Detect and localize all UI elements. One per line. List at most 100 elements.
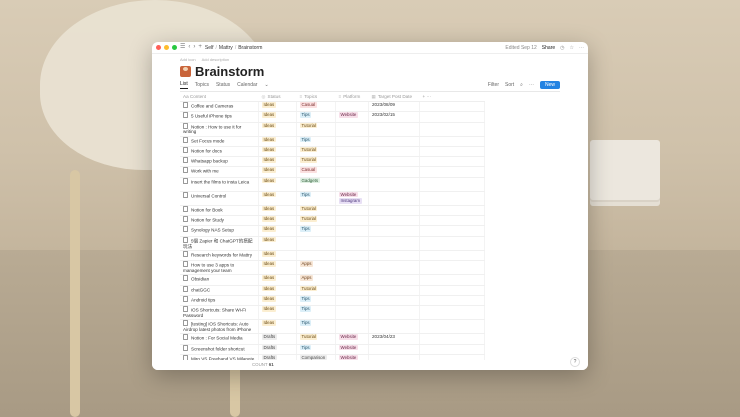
cell-target-date[interactable]: 2023/04/23 <box>368 333 420 345</box>
cell-platform[interactable] <box>335 225 369 237</box>
cell-target-date[interactable]: 2023/08/09 <box>368 101 420 113</box>
tab-status[interactable]: Status <box>216 82 230 88</box>
cell-status[interactable]: Ideas <box>258 295 297 307</box>
table-row[interactable]: Notion for Book Ideas Tutorial <box>180 205 485 217</box>
cell-topics[interactable]: Tips <box>296 305 336 321</box>
tab-calendar[interactable]: Calendar <box>237 82 257 88</box>
breadcrumb-item[interactable]: Brainstorm <box>238 45 262 51</box>
cell-status[interactable]: Ideas <box>258 274 297 286</box>
favorite-icon[interactable]: ☆ <box>570 45 574 51</box>
cell-content[interactable]: Screenshot folder shortcut <box>180 344 259 355</box>
cell-content[interactable]: Android tips <box>180 295 259 307</box>
sort-button[interactable]: Sort <box>505 82 514 88</box>
cell-topics[interactable] <box>296 236 336 252</box>
cell-target-date[interactable] <box>368 225 420 237</box>
cell-status[interactable]: Ideas <box>258 136 297 147</box>
cell-target-date[interactable] <box>368 136 420 147</box>
cell-status[interactable]: Drafts <box>258 333 297 345</box>
cell-platform[interactable] <box>335 250 369 262</box>
cell-platform[interactable] <box>335 285 369 297</box>
cell-topics[interactable]: Tutorial <box>296 215 336 227</box>
cell-status[interactable]: Drafts <box>258 344 297 355</box>
cell-status[interactable]: Ideas <box>258 111 297 123</box>
cell-content[interactable]: Whatsapp backup <box>180 156 259 168</box>
table-row[interactable]: Notion : How to use it for writing Ideas T… <box>180 122 485 137</box>
table-row[interactable]: How to use 3 apps to management your tea… <box>180 260 485 276</box>
maximize-window-button[interactable] <box>172 45 177 50</box>
cell-status[interactable]: Ideas <box>258 191 297 206</box>
column-header-content[interactable]: Aa Content <box>180 92 259 102</box>
cell-content[interactable]: How to use 3 apps to management your tea… <box>180 260 259 276</box>
table-row[interactable]: Synology NAS Setup Ideas Tips <box>180 225 485 237</box>
cell-status[interactable]: Ideas <box>258 285 297 297</box>
cell-content[interactable]: Notion : For Social Media <box>180 333 259 345</box>
cell-platform[interactable] <box>335 236 369 252</box>
cell-topics[interactable]: Tutorial <box>296 285 336 297</box>
cell-content[interactable]: Work with me <box>180 166 259 178</box>
cell-content[interactable]: Notion for Book <box>180 205 259 217</box>
cell-status[interactable]: Ideas <box>258 225 297 237</box>
table-row[interactable]: 5個 Zapier 和 ChatGPT的搭配玩法 Ideas <box>180 236 485 252</box>
cell-topics[interactable]: Tips <box>296 191 336 206</box>
cell-content[interactable]: 5個 Zapier 和 ChatGPT的搭配玩法 <box>180 236 259 252</box>
add-column-button[interactable]: + ⋯ <box>419 92 485 102</box>
cell-topics[interactable]: Tips <box>296 295 336 307</box>
cell-content[interactable]: Obsidian <box>180 274 259 286</box>
cell-target-date[interactable] <box>368 122 420 137</box>
more-views-dropdown[interactable]: ⌄ <box>264 82 268 88</box>
cell-platform[interactable] <box>335 260 369 276</box>
table-row[interactable]: Android tips Ideas Tips <box>180 295 485 307</box>
cell-platform[interactable] <box>335 122 369 137</box>
cell-target-date[interactable] <box>368 156 420 168</box>
table-row[interactable]: Notion for docs Ideas Tutorial <box>180 146 485 158</box>
cell-status[interactable]: Ideas <box>258 177 297 192</box>
cell-platform[interactable] <box>335 101 369 113</box>
table-row[interactable]: Universal Control Ideas Tips Website Instagr… <box>180 191 485 206</box>
table-row[interactable]: Notion for Study Ideas Tutorial <box>180 215 485 227</box>
cell-content[interactable]: [testing] iOS Shortcuts: Auto Airdrop la… <box>180 319 259 335</box>
cell-status[interactable]: Ideas <box>258 236 297 252</box>
cell-status[interactable]: Ideas <box>258 319 297 335</box>
cell-target-date[interactable] <box>368 344 420 355</box>
cell-target-date[interactable] <box>368 191 420 206</box>
cell-content[interactable]: Set Focus mode <box>180 136 259 147</box>
cell-status[interactable]: Ideas <box>258 215 297 227</box>
cell-platform[interactable] <box>335 215 369 227</box>
cell-content[interactable]: Notion for Study <box>180 215 259 227</box>
sidebar-toggle-icon[interactable]: ☰ <box>180 42 185 53</box>
cell-platform[interactable] <box>335 136 369 147</box>
cell-target-date[interactable] <box>368 260 420 276</box>
cell-topics[interactable]: Casual <box>296 101 336 113</box>
cell-status[interactable]: Ideas <box>258 166 297 178</box>
add-icon-button[interactable]: Add icon <box>180 57 196 63</box>
cell-target-date[interactable] <box>368 250 420 262</box>
cell-topics[interactable]: Tips <box>296 319 336 335</box>
cell-platform[interactable]: Website <box>335 333 369 345</box>
table-row[interactable]: Insert the films to insta Leica Ideas Gadg… <box>180 177 485 192</box>
more-options-icon[interactable]: ⋯ <box>529 82 534 88</box>
column-header-platform[interactable]: ≡ Platform <box>335 92 369 102</box>
cell-content[interactable]: Research keywords for Mattry <box>180 250 259 262</box>
cell-content[interactable]: Synology NAS Setup <box>180 225 259 237</box>
table-row[interactable]: iOS Shortcuts: Share Wi-Fi Password Ideas… <box>180 305 485 321</box>
cell-platform[interactable] <box>335 305 369 321</box>
cell-status[interactable]: Ideas <box>258 260 297 276</box>
cell-status[interactable]: Ideas <box>258 146 297 158</box>
page-emoji-icon[interactable] <box>180 65 191 77</box>
more-icon[interactable]: ⋯ <box>579 45 584 51</box>
cell-target-date[interactable] <box>368 319 420 335</box>
cell-topics[interactable]: Tips <box>296 136 336 147</box>
close-window-button[interactable] <box>156 45 161 50</box>
table-row[interactable]: Screenshot folder shortcut Drafts Tips Webs… <box>180 344 485 355</box>
filter-button[interactable]: Filter <box>488 82 499 88</box>
cell-content[interactable]: iOS Shortcuts: Share Wi-Fi Password <box>180 305 259 321</box>
cell-status[interactable]: Ideas <box>258 305 297 321</box>
cell-target-date[interactable] <box>368 215 420 227</box>
back-arrow-icon[interactable]: ‹ <box>188 42 190 53</box>
page-title[interactable]: Brainstorm <box>195 64 264 79</box>
cell-content[interactable]: Insert the films to insta Leica <box>180 177 259 192</box>
cell-topics[interactable]: Gadgets <box>296 177 336 192</box>
cell-platform[interactable]: Website <box>335 344 369 355</box>
cell-target-date[interactable] <box>368 274 420 286</box>
cell-platform[interactable] <box>335 274 369 286</box>
